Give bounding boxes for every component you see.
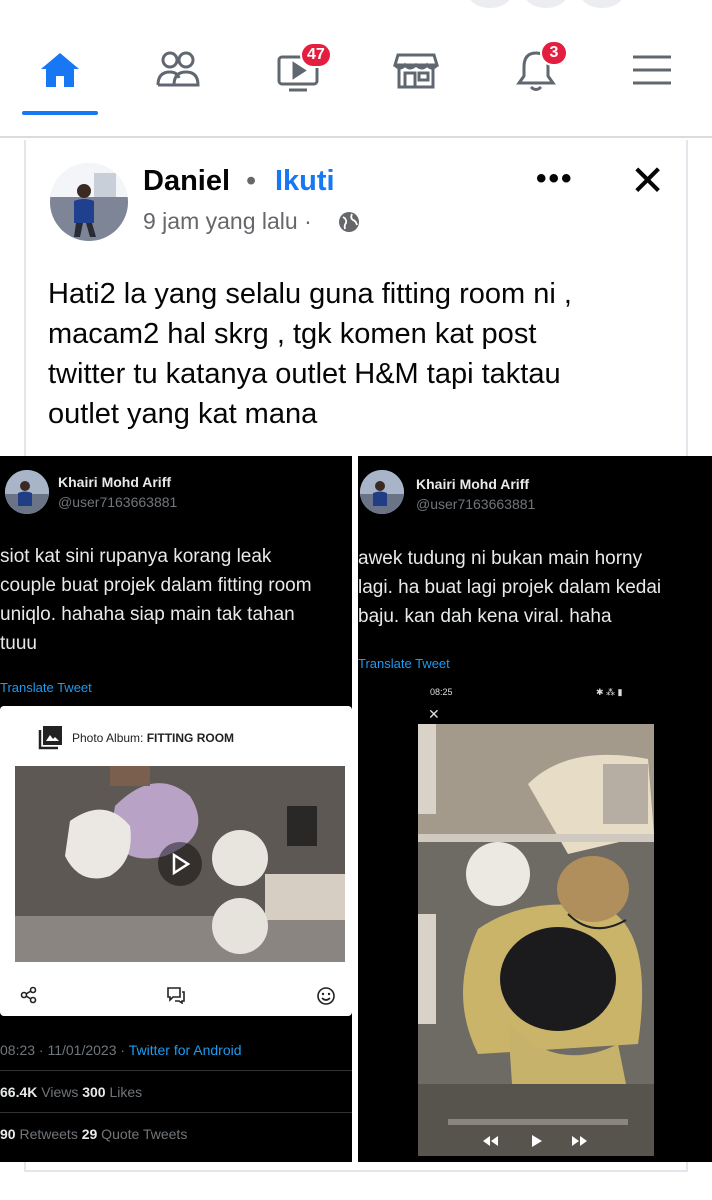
follow-button[interactable]: Ikuti (275, 165, 335, 198)
avatar-photo (50, 163, 128, 241)
meta-divider (0, 1070, 352, 1071)
menu-icon (633, 55, 671, 85)
author-name[interactable]: Daniel (143, 165, 230, 198)
store-icon (392, 53, 440, 89)
tweet-right-body: awek tudung ni bukan main horny lagi. ha… (358, 544, 712, 631)
quotes-label: Quote Tweets (97, 1126, 188, 1142)
tweet-line: tuuu (0, 633, 37, 654)
tweet-timestamp: 08:23 · 11/01/2023 · (0, 1042, 129, 1058)
tweet-left-avatar (5, 470, 49, 514)
views-label: Views (37, 1084, 83, 1100)
tweet-right-translate[interactable]: Translate Tweet (358, 656, 450, 671)
comment-icon[interactable] (166, 986, 186, 1004)
likes-label: Likes (105, 1084, 143, 1100)
tweet-right-name: Khairi Mohd Ariff (416, 476, 530, 492)
tweet-avatar-photo (5, 470, 49, 514)
tweet-left-name: Khairi Mohd Ariff (58, 474, 172, 490)
viewer-close-button[interactable]: ✕ (428, 706, 440, 723)
post-text-line: Hati2 la yang selalu guna fitting room n… (48, 278, 572, 310)
nav-friends[interactable] (146, 40, 210, 100)
viewer-photo[interactable] (418, 724, 654, 1156)
tweet-line: awek tudung ni bukan main horny (358, 548, 643, 569)
likes-count[interactable]: 300 (82, 1084, 105, 1100)
more-options-button[interactable]: ••• (536, 162, 574, 196)
tweet-right-avatar (360, 470, 404, 514)
phone-status-time: 08:25 (430, 687, 453, 697)
tweet-retweets-line: 90 Retweets 29 Quote Tweets (0, 1126, 187, 1142)
album-prefix: Photo Album: (72, 731, 147, 745)
tweet-left-body: siot kat sini rupanya korang leak couple… (0, 542, 312, 658)
tweet-line: lagi. ha buat lagi projek dalam kedai (358, 577, 662, 598)
nav-menu[interactable] (620, 40, 684, 100)
views-count: 66.4K (0, 1084, 38, 1100)
meta-divider (0, 1112, 352, 1113)
video-controls[interactable] (480, 1132, 590, 1150)
active-tab-indicator (22, 111, 98, 115)
name-separator: • (246, 165, 257, 197)
nav-marketplace[interactable] (384, 40, 448, 100)
phone-status-icons: ✱ ⁂ ▮ (596, 687, 623, 697)
tweet-right-handle: @user7163663881 (416, 496, 536, 512)
nav-home[interactable] (28, 40, 92, 100)
album-name: FITTING ROOM (146, 731, 235, 745)
tweet-line: couple buat projek dalam fitting room (0, 575, 312, 596)
emoji-icon[interactable] (316, 986, 336, 1006)
tweet-left-handle: @user7163663881 (58, 494, 178, 510)
post-text-line: twitter tu katanya outlet H&M tapi takta… (48, 358, 561, 390)
retweets-label: Retweets (15, 1126, 82, 1142)
tweet-client[interactable]: Twitter for Android (129, 1042, 242, 1058)
fitting-room-photo-2 (418, 724, 654, 1156)
tweet-avatar-photo (360, 470, 404, 514)
friends-icon (156, 51, 200, 87)
tweet-line: siot kat sini rupanya korang leak (0, 546, 272, 567)
tweet-timestamp-line: 08:23 · 11/01/2023 · Twitter for Android (0, 1042, 242, 1058)
photo-album-title: Photo Album: FITTING ROOM (72, 731, 234, 745)
post-text-line: outlet yang kat mana (48, 398, 318, 430)
close-post-button[interactable]: ✕ (630, 156, 665, 205)
quotes-count[interactable]: 29 (82, 1126, 98, 1142)
retweets-count[interactable]: 90 (0, 1126, 16, 1142)
notifications-badge: 3 (540, 40, 568, 66)
tweet-left-translate[interactable]: Translate Tweet (0, 680, 92, 695)
fitting-room-photo (15, 766, 345, 962)
tweet-line: uniqlo. hahaha siap main tak tahan (0, 604, 295, 625)
post-text: Hati2 la yang selalu guna fitting room n… (48, 274, 668, 434)
tweet-stats-line: 66.4K Views 300 Likes (0, 1084, 142, 1100)
share-icon[interactable] (20, 986, 38, 1004)
author-avatar[interactable] (50, 163, 128, 241)
post-timestamp[interactable]: 9 jam yang lalu · (143, 208, 312, 235)
top-navigation-bar: 47 3 (0, 0, 712, 118)
photo-album-icon (38, 726, 62, 750)
home-icon (41, 53, 79, 87)
watch-badge: 47 (300, 42, 332, 68)
video-thumbnail[interactable] (15, 766, 345, 962)
post-text-line: macam2 hal skrg , tgk komen kat post (48, 318, 537, 350)
tweet-line: baju. kan dah kena viral. haha (358, 606, 612, 627)
globe-icon (339, 212, 359, 232)
nav-divider (0, 136, 712, 138)
